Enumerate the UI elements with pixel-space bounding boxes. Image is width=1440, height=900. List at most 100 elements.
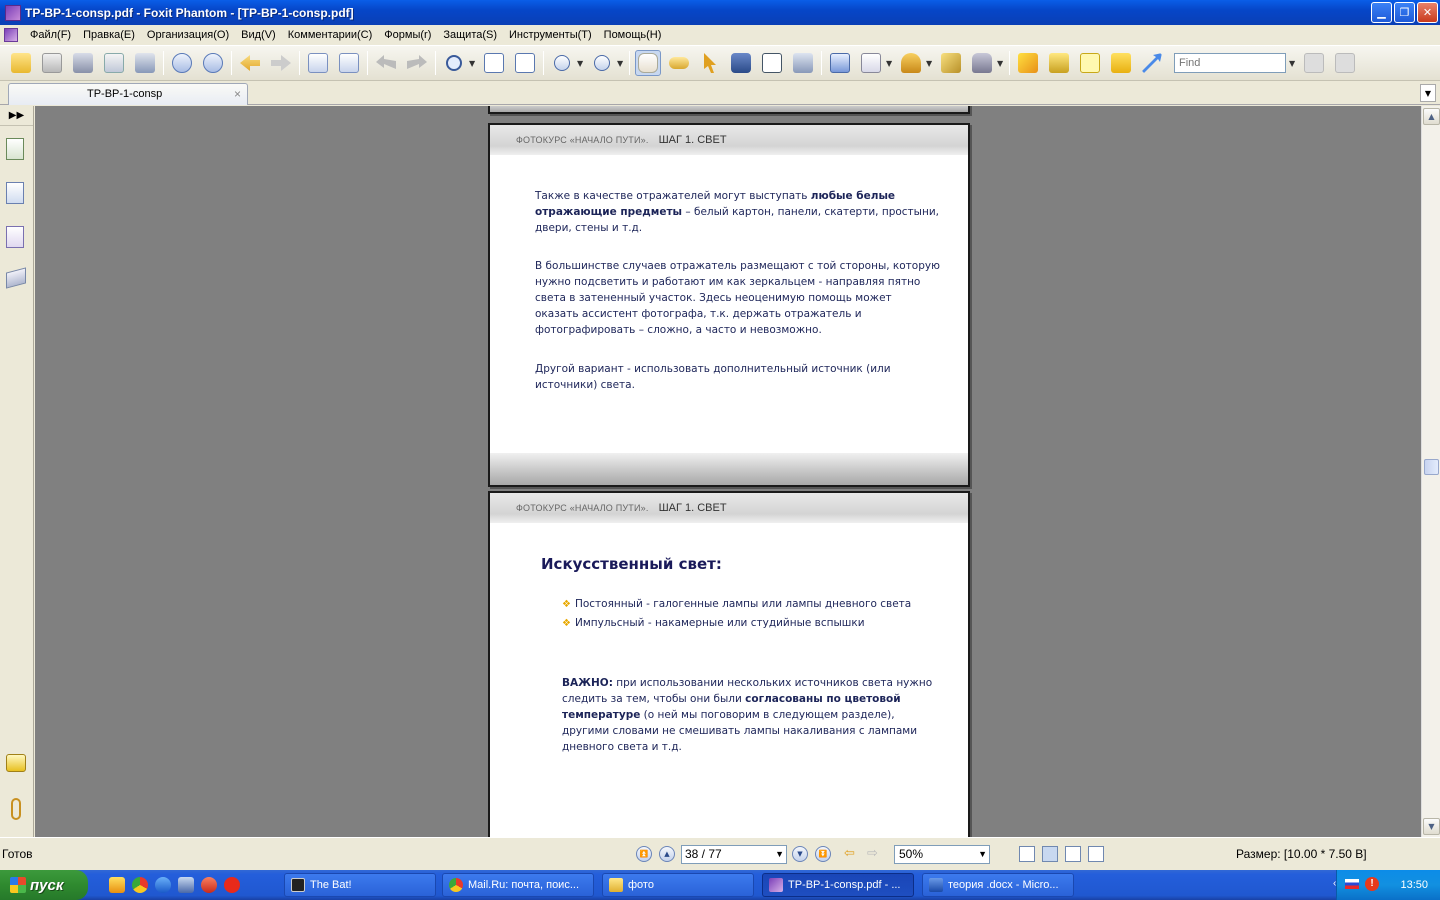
internet-explorer-icon[interactable]: [155, 877, 171, 893]
fullscreen-button[interactable]: [827, 50, 853, 76]
scan-button[interactable]: [132, 50, 158, 76]
menu-edit[interactable]: Правка(E): [77, 29, 141, 41]
email-button[interactable]: [101, 50, 127, 76]
close-button[interactable]: ✕: [1417, 2, 1438, 23]
menu-forms[interactable]: Формы(r): [378, 29, 437, 41]
scroll-up-button[interactable]: ▲: [1423, 108, 1440, 125]
facing-layout-button[interactable]: [1065, 846, 1081, 862]
open-button[interactable]: [8, 50, 34, 76]
document-viewport[interactable]: ФОТОКУРС «НАЧАЛО ПУТИ». ШАГ 1. СВЕТ Такж…: [35, 106, 1421, 837]
menu-comments[interactable]: Комментарии(C): [282, 29, 379, 41]
opera-icon[interactable]: [201, 877, 217, 893]
sign-button[interactable]: [938, 50, 964, 76]
quicklaunch-app-icon[interactable]: [109, 877, 125, 893]
language-flag-icon[interactable]: [1345, 879, 1359, 889]
zoom-tool-dropdown[interactable]: ▼: [469, 59, 477, 68]
zoom-tool-button[interactable]: [441, 50, 467, 76]
save-button[interactable]: [39, 50, 65, 76]
vertical-scrollbar[interactable]: ▲ ▼: [1421, 106, 1440, 837]
task-mail-ru[interactable]: Mail.Ru: почта, поис...: [442, 873, 594, 897]
chevron-down-icon[interactable]: ▼: [978, 849, 987, 859]
typewriter-button[interactable]: [759, 50, 785, 76]
task-photo-folder[interactable]: фото: [602, 873, 754, 897]
layers-panel-button[interactable]: [6, 267, 28, 294]
menu-tools[interactable]: Инструменты(T): [503, 29, 598, 41]
zoom-level-field[interactable]: 50% ▼: [894, 845, 990, 864]
scroll-thumb[interactable]: [1424, 459, 1439, 475]
chrome-icon[interactable]: [132, 877, 148, 893]
find-dropdown[interactable]: ▼: [1289, 59, 1297, 68]
text-select-button[interactable]: [666, 50, 692, 76]
signatures-panel-button[interactable]: [6, 226, 28, 250]
next-view-icon[interactable]: ⇨: [867, 846, 878, 861]
security-dropdown[interactable]: ▼: [997, 59, 1005, 68]
zoom-out-dropdown[interactable]: ▼: [577, 59, 585, 68]
task-the-bat[interactable]: The Bat!: [284, 873, 436, 897]
attachments-panel-button[interactable]: [6, 798, 28, 822]
scroll-down-button[interactable]: ▼: [1423, 818, 1440, 835]
print-button[interactable]: [70, 50, 96, 76]
menu-file[interactable]: Файл(F): [24, 29, 77, 41]
snapshot-button[interactable]: [790, 50, 816, 76]
next-page-button-status[interactable]: ▼: [792, 846, 808, 862]
undo-button[interactable]: [373, 50, 399, 76]
zoom-in-dropdown[interactable]: ▼: [617, 59, 625, 68]
select-annotation-button[interactable]: [697, 50, 723, 76]
hand-tool-button[interactable]: [635, 50, 661, 76]
task-foxit-pdf[interactable]: TP-BP-1-consp.pdf - ...: [762, 873, 914, 897]
text-annotation-button[interactable]: [1077, 50, 1103, 76]
stamp-dropdown[interactable]: ▼: [926, 59, 934, 68]
insert-pages-button[interactable]: [336, 50, 362, 76]
pages-panel-button[interactable]: [6, 182, 28, 206]
yandex-icon[interactable]: [224, 877, 240, 893]
tab-close-icon[interactable]: ×: [234, 87, 241, 101]
alert-icon[interactable]: !: [1365, 877, 1379, 891]
find-text-button[interactable]: [728, 50, 754, 76]
task-word-doc[interactable]: теория .docx - Micro...: [922, 873, 1074, 897]
chevron-left-icon[interactable]: ‹: [1333, 878, 1336, 889]
document-icon[interactable]: [4, 28, 18, 42]
maximize-button[interactable]: ❐: [1394, 2, 1415, 23]
single-page-layout-button[interactable]: [1019, 846, 1035, 862]
first-page-button[interactable]: ⏫: [636, 846, 652, 862]
redo-button[interactable]: [404, 50, 430, 76]
back-button[interactable]: [237, 50, 263, 76]
forward-button[interactable]: [268, 50, 294, 76]
previous-page-button[interactable]: ▲: [659, 846, 675, 862]
zoom-out-button[interactable]: [549, 50, 575, 76]
menu-view[interactable]: Вид(V): [235, 29, 282, 41]
tab-list-dropdown[interactable]: ▼: [1420, 84, 1436, 102]
last-page-button[interactable]: ⏬: [815, 846, 831, 862]
single-page-button[interactable]: [481, 50, 507, 76]
menu-organize[interactable]: Организация(O): [141, 29, 235, 41]
next-page-button[interactable]: [200, 50, 226, 76]
note-button[interactable]: [1108, 50, 1134, 76]
menu-protect[interactable]: Защита(S): [437, 29, 503, 41]
comments-panel-button[interactable]: [6, 754, 28, 778]
continuous-facing-layout-button[interactable]: [1088, 846, 1104, 862]
start-button[interactable]: пуск: [0, 870, 88, 900]
find-prev-button[interactable]: [1301, 50, 1327, 76]
page-number-field[interactable]: 38 / 77 ▼: [681, 845, 787, 864]
edit-dropdown[interactable]: ▼: [886, 59, 894, 68]
security-button[interactable]: [969, 50, 995, 76]
previous-view-icon[interactable]: ⇦: [844, 846, 855, 861]
highlight-button[interactable]: [1015, 50, 1041, 76]
expand-panel-button[interactable]: ▶▶: [0, 106, 33, 126]
find-input[interactable]: [1174, 53, 1286, 73]
extract-pages-button[interactable]: [305, 50, 331, 76]
edit-button[interactable]: [858, 50, 884, 76]
bookmarks-panel-button[interactable]: [6, 138, 28, 162]
prev-page-button[interactable]: [169, 50, 195, 76]
arrow-tool-button[interactable]: [1139, 50, 1165, 76]
media-icon[interactable]: [178, 877, 194, 893]
tab-tp-bp-1-consp[interactable]: TP-BP-1-consp ×: [8, 83, 248, 105]
chevron-down-icon[interactable]: ▼: [775, 849, 784, 859]
minimize-button[interactable]: ▁: [1371, 2, 1392, 23]
find-next-button[interactable]: [1332, 50, 1358, 76]
edit-form-button[interactable]: [1046, 50, 1072, 76]
fit-width-button[interactable]: [512, 50, 538, 76]
zoom-in-button[interactable]: [589, 50, 615, 76]
stamp-button[interactable]: [898, 50, 924, 76]
menu-help[interactable]: Помощь(H): [598, 29, 668, 41]
